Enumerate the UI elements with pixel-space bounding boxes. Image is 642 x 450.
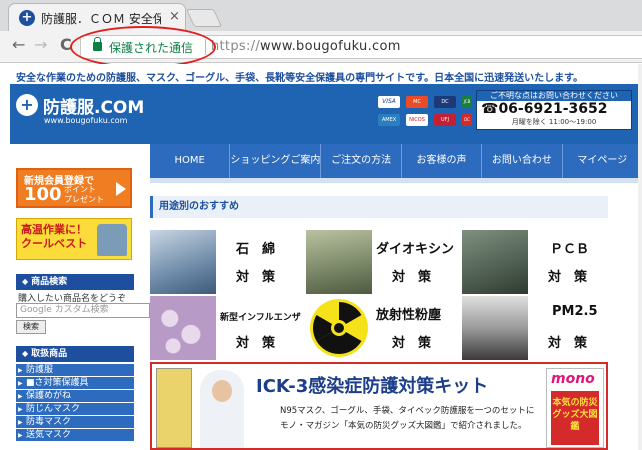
category-air-supply-masks[interactable]: 送気マスク <box>16 429 134 442</box>
dc-card-icon: DC <box>462 114 472 126</box>
url-text: https://www.bougofuku.com <box>211 39 401 54</box>
person-face <box>212 380 232 402</box>
ick3-kit-banner[interactable]: ICK-3感染症防護対策キット N95マスク、ゴーグル、手袋、タイベック防護服を… <box>150 362 608 450</box>
contact-phone[interactable]: ☎06-6921-3652 <box>477 101 631 117</box>
cool-vest-text: 高温作業に！ クールベスト <box>21 223 87 251</box>
category-protective-suits[interactable]: 防護服 <box>16 364 134 377</box>
diners-card-icon: DC <box>434 96 456 108</box>
nav-contact[interactable]: お問い合わせ <box>482 144 563 178</box>
usecase-title: 石 綿 <box>236 242 276 257</box>
radiation-symbol <box>310 299 368 357</box>
site-favicon-icon: + <box>19 10 35 26</box>
mono-logo: mono <box>551 371 595 387</box>
browser-tab-bar: + 防護服．ＣＯＭ 安全保護 × <box>0 0 642 31</box>
usecase-sub: 対 策 <box>392 336 432 351</box>
jcb-card-icon: JCB <box>462 96 472 108</box>
member-banner-points-label: ポイント プレゼント <box>64 185 104 205</box>
new-tab-button[interactable] <box>185 9 223 27</box>
search-heading: 商品検索 <box>16 274 134 290</box>
category-dust-masks[interactable]: 防じんマスク <box>16 403 134 416</box>
usecase-sub: 対 策 <box>236 336 276 351</box>
pcb-photo <box>462 230 528 294</box>
nav-underline <box>150 178 642 183</box>
category-gas-masks[interactable]: 防毒マスク <box>16 416 134 429</box>
member-banner-points-word: ポイント <box>64 185 96 194</box>
nicos-card-icon: NICOS <box>406 114 428 126</box>
amex-card-icon: AMEX <box>378 114 400 126</box>
mono-feature-caption: 本気の防災グッズ大図鑑 <box>551 391 599 445</box>
member-banner-points-number: 100 <box>24 184 62 205</box>
member-banner-present-word: プレゼント <box>64 195 104 204</box>
url-scheme: https:// <box>211 39 260 54</box>
main-nav: HOME ショッピングご案内 ご注文の方法 お客様の声 お問い合わせ マイページ <box>150 144 642 178</box>
ufj-card-icon: UFJ <box>434 114 456 126</box>
dioxin-photo <box>306 230 372 294</box>
forward-icon[interactable]: → <box>34 35 47 54</box>
contact-hours: 月曜を除く 11:00～19:00 <box>511 118 597 126</box>
usecase-radioactive-dust[interactable]: 放射性粉塵 対 策 <box>306 296 458 360</box>
category-countermeasure-gear[interactable]: ■さ対策保護具 <box>16 377 134 390</box>
nav-mypage[interactable]: マイページ <box>563 144 642 178</box>
logo-cross-icon: + <box>16 94 38 116</box>
site-tagline: 安全な作業のための防護服、マスク、ゴーグル、手袋、長靴等安全保護具の専門サイトで… <box>0 64 642 84</box>
mastercard-icon: MC <box>406 96 428 108</box>
nav-customer-voice[interactable]: お客様の声 <box>402 144 483 178</box>
contact-box: ご不明な点はお問い合わせください ☎06-6921-3652 月曜を除く 11:… <box>476 90 632 130</box>
nav-how-to-order[interactable]: ご注文の方法 <box>321 144 402 178</box>
nav-home[interactable]: HOME <box>150 144 231 178</box>
ick3-title: ICK-3感染症防護対策キット <box>256 376 489 397</box>
categories-heading: 取扱商品 <box>16 346 134 362</box>
nav-shopping-guide[interactable]: ショッピングご案内 <box>230 144 322 178</box>
visa-card-icon: VISA <box>378 96 400 108</box>
search-input[interactable]: Google カスタム検索 <box>16 303 150 318</box>
ick3-desc-line2: モノ・マガジン「本気の防災グッズ大図鑑」で紹介されました。 <box>280 421 527 431</box>
smog-photo <box>462 296 528 360</box>
search-button[interactable]: 検索 <box>16 320 46 334</box>
cool-vest-line2: クールベスト <box>21 237 88 250</box>
url-host: www.bougofuku.com <box>260 39 401 54</box>
asbestos-photo <box>150 230 216 294</box>
back-icon[interactable]: ← <box>12 35 25 54</box>
virus-photo <box>150 296 216 360</box>
usecase-title: 放射性粉塵 <box>376 308 442 323</box>
usecase-influenza[interactable]: 新型インフルエンザ 対 策 <box>150 296 302 360</box>
usecase-pm25[interactable]: PM2.5 対 策 <box>462 296 614 360</box>
mono-magazine-image: mono 本気の防災グッズ大図鑑 <box>546 368 604 448</box>
contact-heading: ご不明な点はお問い合わせください <box>477 91 631 101</box>
site-logo-url: www.bougofuku.com <box>44 116 128 125</box>
arrow-right-icon <box>116 182 126 196</box>
usecase-sub: 対 策 <box>236 270 276 285</box>
site-header: + 防護服.COM www.bougofuku.com VISA MC DC J… <box>10 84 642 144</box>
usecase-title: ダイオキシン <box>376 242 455 257</box>
magazine-cover-image <box>156 368 192 448</box>
cool-vest-line1: 高温作業に！ <box>21 223 87 236</box>
tab-close-icon[interactable]: × <box>169 9 180 24</box>
sidebar: 新規会員登録で 100 ポイント プレゼント 高温作業に！ クールベスト 商品検… <box>10 144 150 450</box>
member-signup-banner[interactable]: 新規会員登録で 100 ポイント プレゼント <box>16 168 132 208</box>
usecase-title: 新型インフルエンザ <box>220 313 301 323</box>
usecase-title: PM2.5 <box>552 304 598 319</box>
radiation-icon <box>306 296 372 360</box>
usecase-sub: 対 策 <box>548 270 588 285</box>
usecase-title: ＰＣＢ <box>550 242 590 257</box>
tab-title: 防護服．ＣＯＭ 安全保護 <box>41 12 161 26</box>
highlight-circle <box>70 26 216 68</box>
cool-vest-banner[interactable]: 高温作業に！ クールベスト <box>16 218 132 260</box>
ick3-description: N95マスク、ゴーグル、手袋、タイベック防護服を一つのセットに モノ・マガジン「… <box>280 404 534 434</box>
usecase-sub: 対 策 <box>392 270 432 285</box>
vest-image <box>97 224 127 256</box>
usecase-sub: 対 策 <box>548 336 588 351</box>
usecase-asbestos[interactable]: 石 綿 対 策 <box>150 230 302 294</box>
site-logo[interactable]: 防護服.COM <box>43 93 144 118</box>
ick3-desc-line1: N95マスク、ゴーグル、手袋、タイベック防護服を一つのセットに <box>280 406 535 416</box>
recommendations-heading: 用途別のおすすめ <box>150 196 608 218</box>
page-scrollbar[interactable] <box>638 64 642 450</box>
usecase-dioxin[interactable]: ダイオキシン 対 策 <box>306 230 458 294</box>
category-safety-glasses[interactable]: 保護めがね <box>16 390 134 403</box>
usecase-pcb[interactable]: ＰＣＢ 対 策 <box>462 230 614 294</box>
